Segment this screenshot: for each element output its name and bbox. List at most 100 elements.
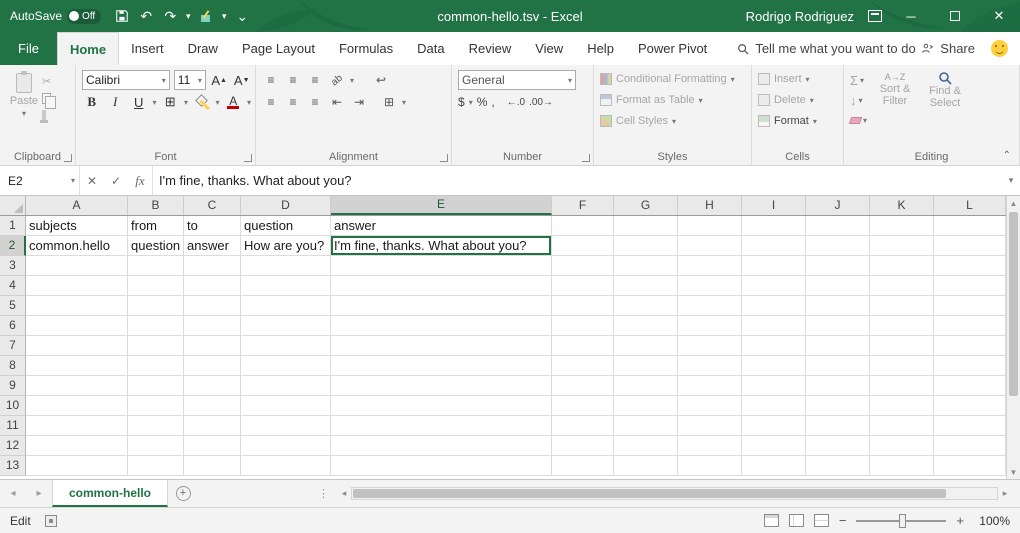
column-header-C[interactable]: C bbox=[184, 196, 241, 215]
cell-G2[interactable] bbox=[614, 236, 678, 256]
zoom-slider[interactable] bbox=[856, 520, 946, 522]
cell-J11[interactable] bbox=[806, 416, 870, 436]
cell-A11[interactable] bbox=[26, 416, 128, 436]
cell-F1[interactable] bbox=[552, 216, 614, 236]
sheetbar-divider-dots[interactable]: ⋮ bbox=[318, 480, 329, 507]
cell-J3[interactable] bbox=[806, 256, 870, 276]
cell-I12[interactable] bbox=[742, 436, 806, 456]
copy-icon[interactable] bbox=[42, 91, 60, 105]
cell-C10[interactable] bbox=[184, 396, 241, 416]
cell-G11[interactable] bbox=[614, 416, 678, 436]
cell-A9[interactable] bbox=[26, 376, 128, 396]
cancel-entry-icon[interactable]: ✕ bbox=[80, 174, 104, 188]
cell-A6[interactable] bbox=[26, 316, 128, 336]
cell-G4[interactable] bbox=[614, 276, 678, 296]
cell-D2[interactable]: How are you? bbox=[241, 236, 331, 256]
cut-icon[interactable]: ✂ bbox=[42, 74, 60, 88]
row-header-2[interactable]: 2 bbox=[0, 236, 26, 256]
cell-K13[interactable] bbox=[870, 456, 934, 476]
cell-I5[interactable] bbox=[742, 296, 806, 316]
cell-I6[interactable] bbox=[742, 316, 806, 336]
cell-G3[interactable] bbox=[614, 256, 678, 276]
align-left-icon[interactable]: ≡ bbox=[262, 95, 280, 109]
column-header-L[interactable]: L bbox=[934, 196, 1006, 215]
cell-A1[interactable]: subjects bbox=[26, 216, 128, 236]
cell-K8[interactable] bbox=[870, 356, 934, 376]
cell-K10[interactable] bbox=[870, 396, 934, 416]
cell-K11[interactable] bbox=[870, 416, 934, 436]
name-box[interactable]: E2 ▾ bbox=[0, 166, 80, 195]
redo-icon[interactable]: ↷ bbox=[159, 4, 181, 28]
cell-L2[interactable] bbox=[934, 236, 1006, 256]
page-break-view-icon[interactable] bbox=[814, 514, 829, 527]
cell-H3[interactable] bbox=[678, 256, 742, 276]
cell-B1[interactable]: from bbox=[128, 216, 184, 236]
percent-format-icon[interactable]: % bbox=[477, 95, 488, 109]
select-all-corner[interactable] bbox=[0, 196, 26, 215]
sheet-tab-common-hello[interactable]: common-hello bbox=[52, 480, 168, 507]
cell-A10[interactable] bbox=[26, 396, 128, 416]
cell-B9[interactable] bbox=[128, 376, 184, 396]
clipboard-dialog-launcher-icon[interactable] bbox=[64, 154, 72, 162]
cell-C11[interactable] bbox=[184, 416, 241, 436]
horizontal-scrollbar[interactable]: ◂ ▸ bbox=[337, 484, 1012, 503]
share-button[interactable]: Share bbox=[921, 41, 975, 56]
row-header-11[interactable]: 11 bbox=[0, 416, 26, 436]
scroll-down-icon[interactable]: ▼ bbox=[1010, 465, 1018, 479]
cell-H2[interactable] bbox=[678, 236, 742, 256]
cell-F13[interactable] bbox=[552, 456, 614, 476]
column-header-E[interactable]: E bbox=[331, 196, 552, 215]
align-middle-icon[interactable]: ≡ bbox=[284, 73, 302, 87]
paste-button[interactable]: Paste ▾ bbox=[6, 69, 42, 147]
row-header-13[interactable]: 13 bbox=[0, 456, 26, 476]
cell-G9[interactable] bbox=[614, 376, 678, 396]
horizontal-scroll-track[interactable] bbox=[351, 487, 998, 500]
cell-A7[interactable] bbox=[26, 336, 128, 356]
font-color-icon[interactable]: A bbox=[223, 92, 242, 112]
tab-review[interactable]: Review bbox=[457, 32, 524, 65]
cell-F4[interactable] bbox=[552, 276, 614, 296]
decrease-decimal-icon[interactable]: .00→ bbox=[529, 97, 553, 108]
cell-B12[interactable] bbox=[128, 436, 184, 456]
increase-decimal-icon[interactable]: ←.0 bbox=[507, 97, 525, 108]
cell-F11[interactable] bbox=[552, 416, 614, 436]
number-dialog-launcher-icon[interactable] bbox=[582, 154, 590, 162]
add-sheet-button[interactable]: + bbox=[168, 480, 198, 507]
normal-view-icon[interactable] bbox=[764, 514, 779, 527]
cell-G6[interactable] bbox=[614, 316, 678, 336]
cell-J9[interactable] bbox=[806, 376, 870, 396]
confirm-entry-icon[interactable]: ✓ bbox=[104, 174, 128, 188]
font-dialog-launcher-icon[interactable] bbox=[244, 154, 252, 162]
cell-G5[interactable] bbox=[614, 296, 678, 316]
borders-icon[interactable]: ⊞ bbox=[160, 92, 179, 112]
cell-L11[interactable] bbox=[934, 416, 1006, 436]
cell-G12[interactable] bbox=[614, 436, 678, 456]
cell-D13[interactable] bbox=[241, 456, 331, 476]
page-layout-view-icon[interactable] bbox=[789, 514, 804, 527]
cell-F10[interactable] bbox=[552, 396, 614, 416]
align-bottom-icon[interactable]: ≡ bbox=[306, 73, 324, 87]
cell-J4[interactable] bbox=[806, 276, 870, 296]
font-color-dropdown-icon[interactable]: ▾ bbox=[247, 98, 251, 107]
cell-C12[interactable] bbox=[184, 436, 241, 456]
tab-power-pivot[interactable]: Power Pivot bbox=[626, 32, 719, 65]
column-header-B[interactable]: B bbox=[128, 196, 184, 215]
cell-K2[interactable] bbox=[870, 236, 934, 256]
cell-D7[interactable] bbox=[241, 336, 331, 356]
vertical-scrollbar[interactable]: ▲ ▼ bbox=[1006, 196, 1020, 479]
zoom-slider-thumb[interactable] bbox=[899, 514, 906, 528]
save-icon[interactable] bbox=[111, 4, 133, 28]
cell-B8[interactable] bbox=[128, 356, 184, 376]
column-header-D[interactable]: D bbox=[241, 196, 331, 215]
cell-J6[interactable] bbox=[806, 316, 870, 336]
underline-button[interactable]: U bbox=[129, 92, 148, 112]
scroll-left-icon[interactable]: ◂ bbox=[337, 488, 351, 499]
cell-B10[interactable] bbox=[128, 396, 184, 416]
cell-E12[interactable] bbox=[331, 436, 552, 456]
tab-data[interactable]: Data bbox=[405, 32, 456, 65]
cell-C2[interactable]: answer bbox=[184, 236, 241, 256]
underline-dropdown-icon[interactable]: ▾ bbox=[152, 98, 156, 107]
currency-dropdown-icon[interactable]: ▾ bbox=[469, 98, 473, 107]
customize-qat-icon[interactable]: ⌄ bbox=[231, 4, 253, 28]
cell-H13[interactable] bbox=[678, 456, 742, 476]
